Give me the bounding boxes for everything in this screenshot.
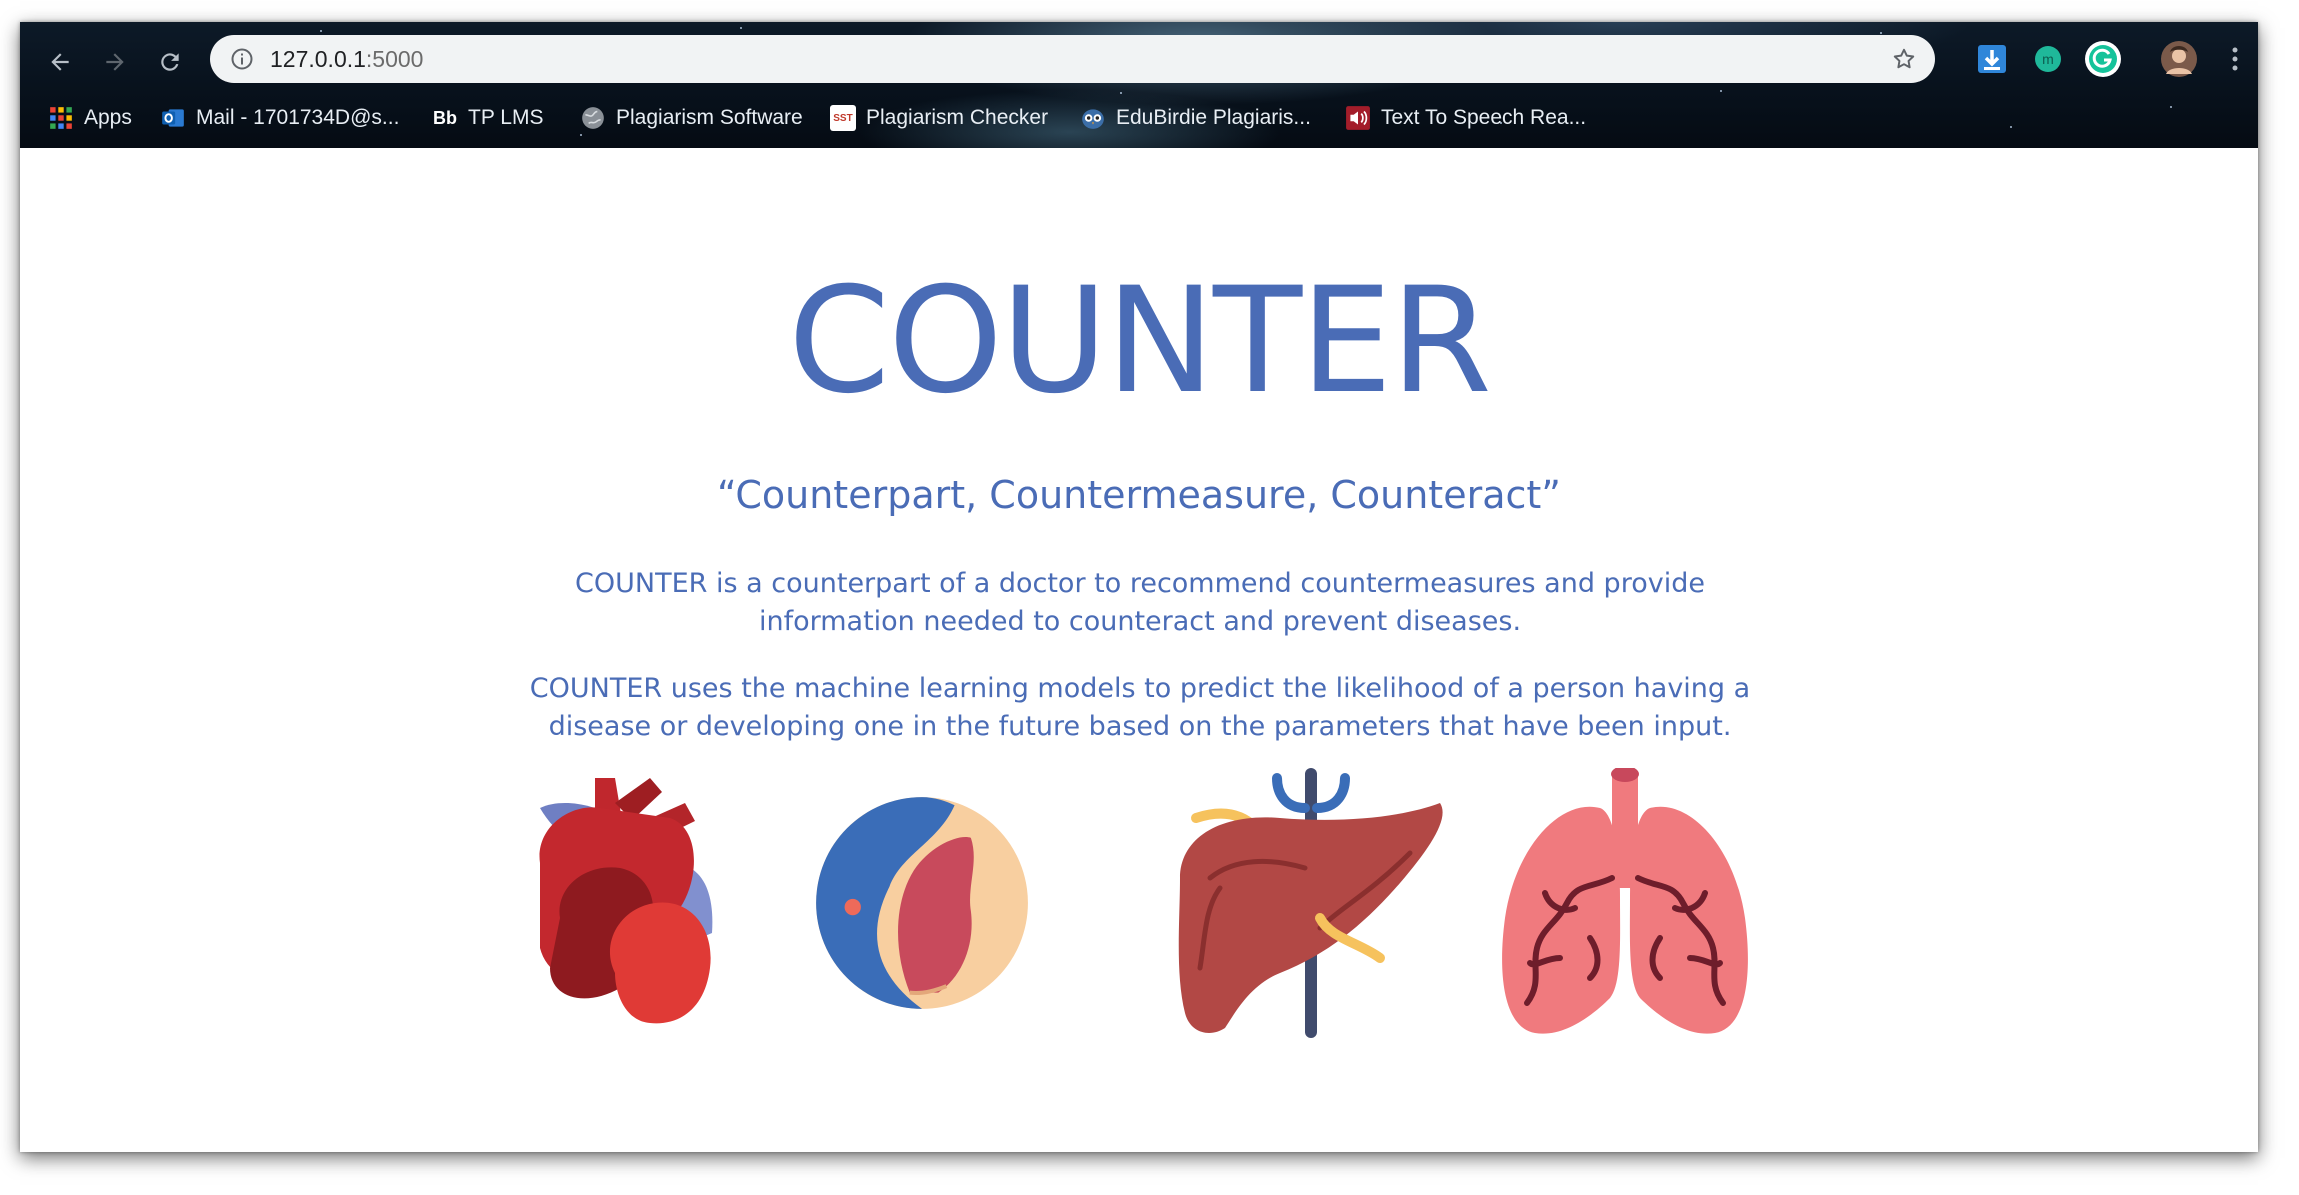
more-menu-icon[interactable] [2225,42,2245,76]
reload-icon [161,53,179,71]
url-host: 127.0.0.1 [270,46,366,72]
description-paragraph-1: COUNTER is a counterpart of a doctor to … [575,568,1705,637]
outlook-icon [162,109,184,127]
bookmark-label: TP LMS [468,106,544,129]
bookmark-star-icon[interactable] [1891,46,1917,72]
blackboard-icon: Bb [433,107,457,128]
browser-window: 127.0.0.1:5000 m Apps Mail - 1701734D@s.… [20,22,2258,1152]
bookmark-label: Mail - 1701734D@s... [196,106,400,129]
back-arrow-icon [51,53,69,71]
speaker-icon [1346,106,1370,130]
bookmark-mail[interactable]: Mail - 1701734D@s... [160,98,399,138]
mint-extension-icon[interactable]: m [2031,42,2065,76]
description-paragraph-2: COUNTER uses the machine learning models… [529,673,1751,742]
page-content: COUNTER “Counterpart, Countermeasure, Co… [20,148,2258,1152]
apps-grid-icon [50,107,72,129]
download-extension-icon[interactable] [1975,42,2009,76]
bookmark-plagiarism-checker[interactable]: SST Plagiarism Checker [830,98,1048,138]
globe-icon [582,107,604,129]
url-text: 127.0.0.1:5000 [270,46,423,73]
pancreas-icon [816,797,1028,1009]
bookmark-edubirdie[interactable]: EduBirdie Plagiaris... [1080,98,1311,138]
bookmarks-bar: Apps Mail - 1701734D@s... Bb TP LMS Plag… [20,98,2258,138]
forward-arrow-icon [106,53,124,71]
bookmark-label: EduBirdie Plagiaris... [1116,106,1311,129]
bookmark-label: Apps [84,106,132,129]
lungs-icon [1502,768,1748,1034]
profile-avatar[interactable] [2160,40,2198,78]
page-title: COUNTER [788,256,1492,426]
back-button[interactable] [40,42,80,82]
liver-icon [1178,768,1443,1038]
browser-toolbar: 127.0.0.1:5000 m Apps Mail - 1701734D@s.… [20,22,2258,148]
bookmark-text-to-speech[interactable]: Text To Speech Rea... [1345,98,1586,138]
bookmark-tp-lms[interactable]: Bb TP LMS [432,98,543,138]
bookmark-apps[interactable]: Apps [48,98,132,138]
bookmark-plagiarism-software[interactable]: Plagiarism Software [580,98,803,138]
tagline: “Counterpart, Countermeasure, Counteract… [717,473,1561,517]
address-bar[interactable]: 127.0.0.1:5000 [210,35,1935,83]
url-port: :5000 [365,46,424,72]
info-icon[interactable] [230,47,254,71]
heart-icon [539,778,713,1024]
grammarly-icon[interactable] [2083,39,2123,79]
sst-icon: SST [830,105,856,131]
svg-text:m: m [2042,51,2054,67]
reload-button[interactable] [150,42,190,82]
bookmark-label: Plagiarism Checker [866,106,1049,129]
bookmark-label: Plagiarism Software [616,106,803,129]
forward-button[interactable] [95,42,135,82]
bookmark-label: Text To Speech Rea... [1381,106,1587,129]
owl-icon [1082,109,1104,129]
